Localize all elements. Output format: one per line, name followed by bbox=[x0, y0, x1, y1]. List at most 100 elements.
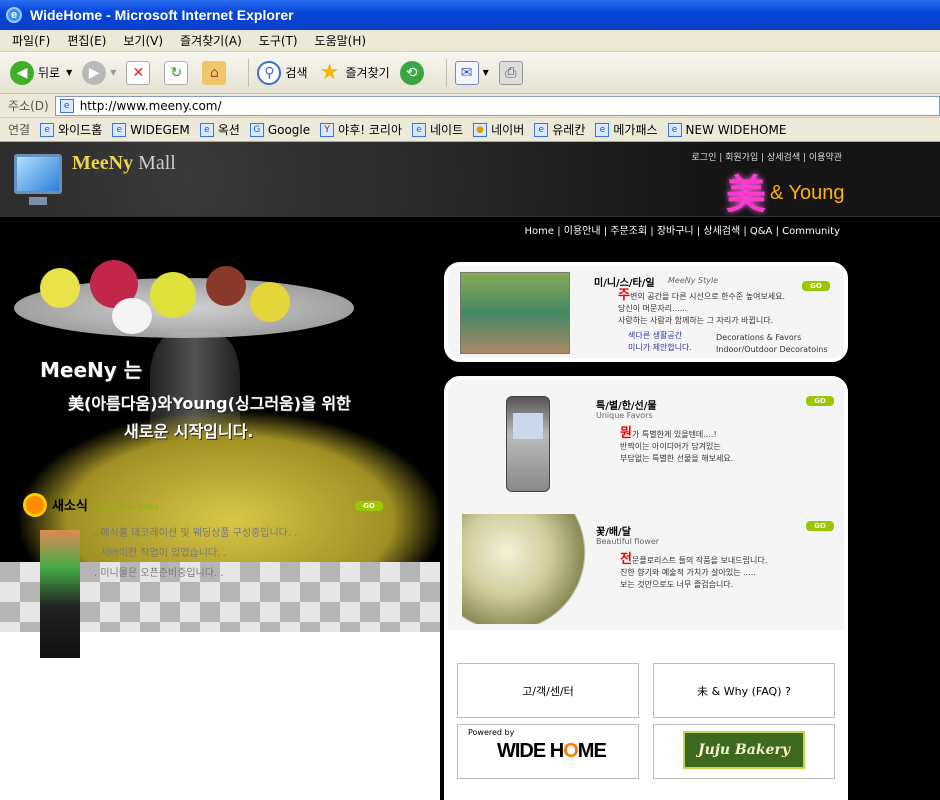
menu-bar: 파일(F) 편집(E) 보기(V) 즐겨찾기(A) 도구(T) 도움말(H) bbox=[0, 30, 940, 52]
link-item[interactable]: e 메가패스 bbox=[595, 121, 658, 138]
juju-bakery-logo[interactable]: Juju Bakery bbox=[683, 731, 805, 769]
home-button[interactable]: ⌂ bbox=[202, 60, 230, 85]
plant-image bbox=[40, 530, 80, 658]
flower-decoration bbox=[112, 298, 152, 334]
search-icon: ⚲ bbox=[257, 60, 282, 85]
logo-han: 美 bbox=[726, 171, 766, 218]
flower-text: 전문플로리스트 들의 작품을 보내드립니다. 진한 향기와 예술적 가치가 살아… bbox=[620, 552, 768, 589]
link-item[interactable]: e 유레칸 bbox=[534, 121, 585, 138]
meeny-style-text: 주변의 공간을 다른 시선으로 한수준 높여보세요. 당신이 머문자리.....… bbox=[618, 288, 786, 325]
menu-edit[interactable]: 편집(E) bbox=[67, 32, 106, 49]
link-item[interactable]: e 와이드홈 bbox=[40, 121, 102, 138]
mail-button[interactable]: ✉ ▼ bbox=[454, 60, 489, 85]
link-item[interactable]: e 네이트 bbox=[411, 121, 463, 138]
monitor-logo-icon[interactable] bbox=[14, 154, 62, 205]
stop-button[interactable]: ✕ bbox=[126, 60, 154, 85]
back-arrow-icon: ◀ bbox=[10, 60, 34, 85]
news-title: 새소식 bbox=[52, 499, 88, 514]
link-item[interactable]: e 옥션 bbox=[199, 121, 240, 138]
favors-text: 뭔가 특별한게 있을텐데....! 반짝이는 아이디어가 담겨있는 부담없는 특… bbox=[620, 426, 734, 463]
link-page-icon: e bbox=[595, 122, 610, 137]
toolbar-separator bbox=[248, 58, 250, 87]
back-label: 뒤로 bbox=[38, 66, 61, 80]
favors-subtitle: Unique Favors bbox=[596, 411, 653, 420]
favors-go-button[interactable]: GO bbox=[806, 392, 834, 406]
meeny-style-blue-text: 색다른 생활공간 미니가 제안합니다. bbox=[628, 331, 692, 352]
link-item[interactable]: e WIDEGEM bbox=[112, 122, 190, 137]
print-button[interactable]: ⎙ bbox=[498, 60, 527, 85]
link-item[interactable]: ● 네이버 bbox=[473, 121, 524, 138]
news-item[interactable]: . 예식홀 데코레이션 및 웨딩상품 구성중입니다. . bbox=[94, 524, 297, 539]
slogan-line-3: 새로운 시작입니다. bbox=[124, 422, 254, 441]
flower-subtitle: Beautiful flower bbox=[596, 537, 660, 546]
home-icon: ⌂ bbox=[202, 60, 227, 85]
title-bar: e WideHome - Microsoft Internet Explorer bbox=[0, 0, 940, 30]
stop-icon: ✕ bbox=[126, 60, 151, 85]
favors-title: 특/별/한/선/물 bbox=[596, 401, 657, 412]
powered-by-label: Powered by bbox=[468, 728, 515, 737]
link-item[interactable]: Y 야후! 코리아 bbox=[320, 121, 402, 138]
phone-image[interactable] bbox=[506, 396, 550, 492]
back-button[interactable]: ◀ 뒤로 ▼ bbox=[10, 60, 72, 85]
link-item[interactable]: e NEW WIDEHOME bbox=[667, 122, 786, 137]
search-button[interactable]: ⚲ 검색 bbox=[257, 60, 308, 85]
address-bar: 주소(D) e http://www.meeny.com/ bbox=[0, 94, 940, 118]
google-icon: G bbox=[249, 122, 264, 137]
flower-heart-image[interactable] bbox=[462, 514, 590, 624]
site-header: MeeNy Mall 로그인 | 회원가입 | 상세검색 | 이용약관 美 & … bbox=[0, 142, 940, 218]
news-item[interactable]: . 미니몰은 오픈준비중입니다. . bbox=[94, 564, 223, 579]
forward-dropdown-icon[interactable]: ▼ bbox=[110, 68, 116, 77]
address-input[interactable]: e http://www.meeny.com/ bbox=[54, 95, 940, 116]
widehome-logo[interactable]: WIDE HOME bbox=[497, 740, 607, 763]
favorites-button[interactable]: ★ 즐겨찾기 bbox=[318, 60, 390, 85]
meeny-style-image[interactable] bbox=[460, 272, 570, 354]
page-icon: e bbox=[59, 98, 74, 113]
link-item[interactable]: G Google bbox=[249, 122, 310, 137]
mail-dropdown-icon[interactable]: ▼ bbox=[483, 68, 489, 77]
window-title: WideHome - Microsoft Internet Explorer bbox=[30, 7, 294, 23]
menu-help[interactable]: 도움말(H) bbox=[315, 32, 367, 49]
site-brand[interactable]: MeeNy Mall bbox=[72, 152, 176, 175]
top-nav[interactable]: 로그인 | 회원가입 | 상세검색 | 이용약관 bbox=[692, 150, 842, 163]
news-go-button[interactable]: GO bbox=[355, 497, 383, 511]
meeny-style-go-button[interactable]: GO bbox=[802, 277, 830, 291]
toolbar-separator bbox=[445, 58, 447, 87]
logo-young: & Young bbox=[770, 182, 845, 204]
menu-view[interactable]: 보기(V) bbox=[123, 32, 163, 49]
flower-decoration bbox=[206, 266, 246, 306]
forward-arrow-icon: ▶ bbox=[82, 60, 107, 85]
mail-icon: ✉ bbox=[454, 60, 479, 85]
link-page-icon: e bbox=[40, 122, 55, 137]
flower-go-button[interactable]: GO bbox=[806, 517, 834, 531]
address-label: 주소(D) bbox=[8, 99, 49, 113]
back-dropdown-icon[interactable]: ▼ bbox=[66, 68, 72, 77]
favorites-label: 즐겨찾기 bbox=[345, 66, 390, 80]
slogan-line-2: 美(아름다움)와Young(싱그러움)을 위한 bbox=[68, 394, 351, 413]
forward-button[interactable]: ▶ ▼ bbox=[82, 60, 116, 85]
printer-icon: ⎙ bbox=[498, 60, 523, 85]
flower-title: 꽃/배/달 bbox=[596, 527, 631, 538]
address-url: http://www.meeny.com/ bbox=[79, 98, 222, 113]
link-page-icon: e bbox=[667, 122, 682, 137]
main-nav[interactable]: Home | 이용안내 | 주문조회 | 장바구니 | 상세검색 | Q&A |… bbox=[525, 222, 840, 237]
browser-window: e WideHome - Microsoft Internet Explorer… bbox=[0, 0, 940, 800]
history-button[interactable]: ⟲ bbox=[399, 60, 428, 85]
menu-file[interactable]: 파일(F) bbox=[12, 32, 50, 49]
news-subtitle: Notice & News bbox=[100, 502, 159, 511]
flower-decoration bbox=[150, 272, 196, 318]
refresh-button[interactable]: ↻ bbox=[164, 60, 192, 85]
flower-decoration bbox=[40, 268, 80, 308]
customer-center-button[interactable]: 고/객/센/터 bbox=[457, 663, 639, 718]
star-icon: ★ bbox=[319, 60, 340, 85]
meeny-style-eng-text: Decorations & Favors Indoor/Outdoor Decor… bbox=[716, 333, 828, 354]
ie-icon: e bbox=[6, 7, 22, 23]
news-item[interactable]: . 서버이전 작업이 있었습니다. . bbox=[94, 544, 227, 559]
menu-favorites[interactable]: 즐겨찾기(A) bbox=[180, 32, 242, 49]
slogan-line-1: MeeNy 는 bbox=[40, 358, 143, 382]
link-page-icon: e bbox=[534, 122, 549, 137]
faq-button[interactable]: 未 & Why (FAQ) ? bbox=[653, 663, 835, 718]
naver-icon: ● bbox=[473, 122, 488, 137]
refresh-icon: ↻ bbox=[164, 60, 189, 85]
link-page-icon: e bbox=[199, 122, 214, 137]
menu-tools[interactable]: 도구(T) bbox=[259, 32, 298, 49]
